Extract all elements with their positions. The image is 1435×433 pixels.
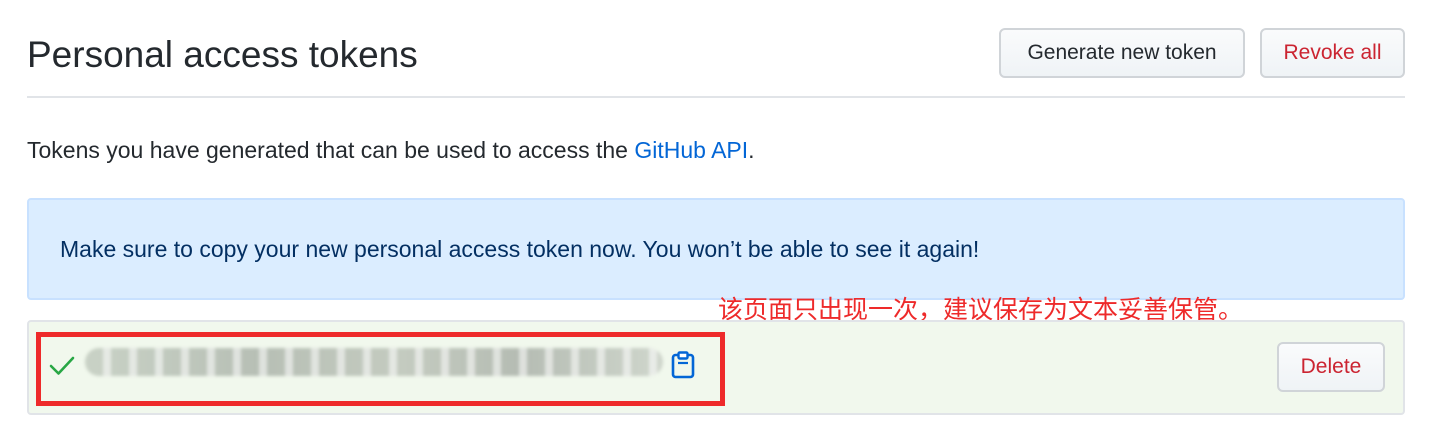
delete-token-button[interactable]: Delete	[1277, 342, 1385, 392]
annotation-highlight-box	[36, 332, 725, 406]
page-header: Personal access tokens Generate new toke…	[27, 26, 1405, 98]
github-api-link[interactable]: GitHub API	[634, 137, 748, 163]
description-text: Tokens you have generated that can be us…	[27, 137, 635, 163]
revoke-all-button[interactable]: Revoke all	[1260, 28, 1405, 78]
tokens-description: Tokens you have generated that can be us…	[27, 137, 755, 164]
flash-notice: Make sure to copy your new personal acce…	[27, 198, 1405, 300]
page-title: Personal access tokens	[27, 34, 418, 75]
description-period: .	[748, 137, 755, 163]
settings-page: Personal access tokens Generate new toke…	[0, 0, 1435, 433]
generate-new-token-button[interactable]: Generate new token	[999, 28, 1245, 78]
flash-message: Make sure to copy your new personal acce…	[60, 236, 980, 262]
